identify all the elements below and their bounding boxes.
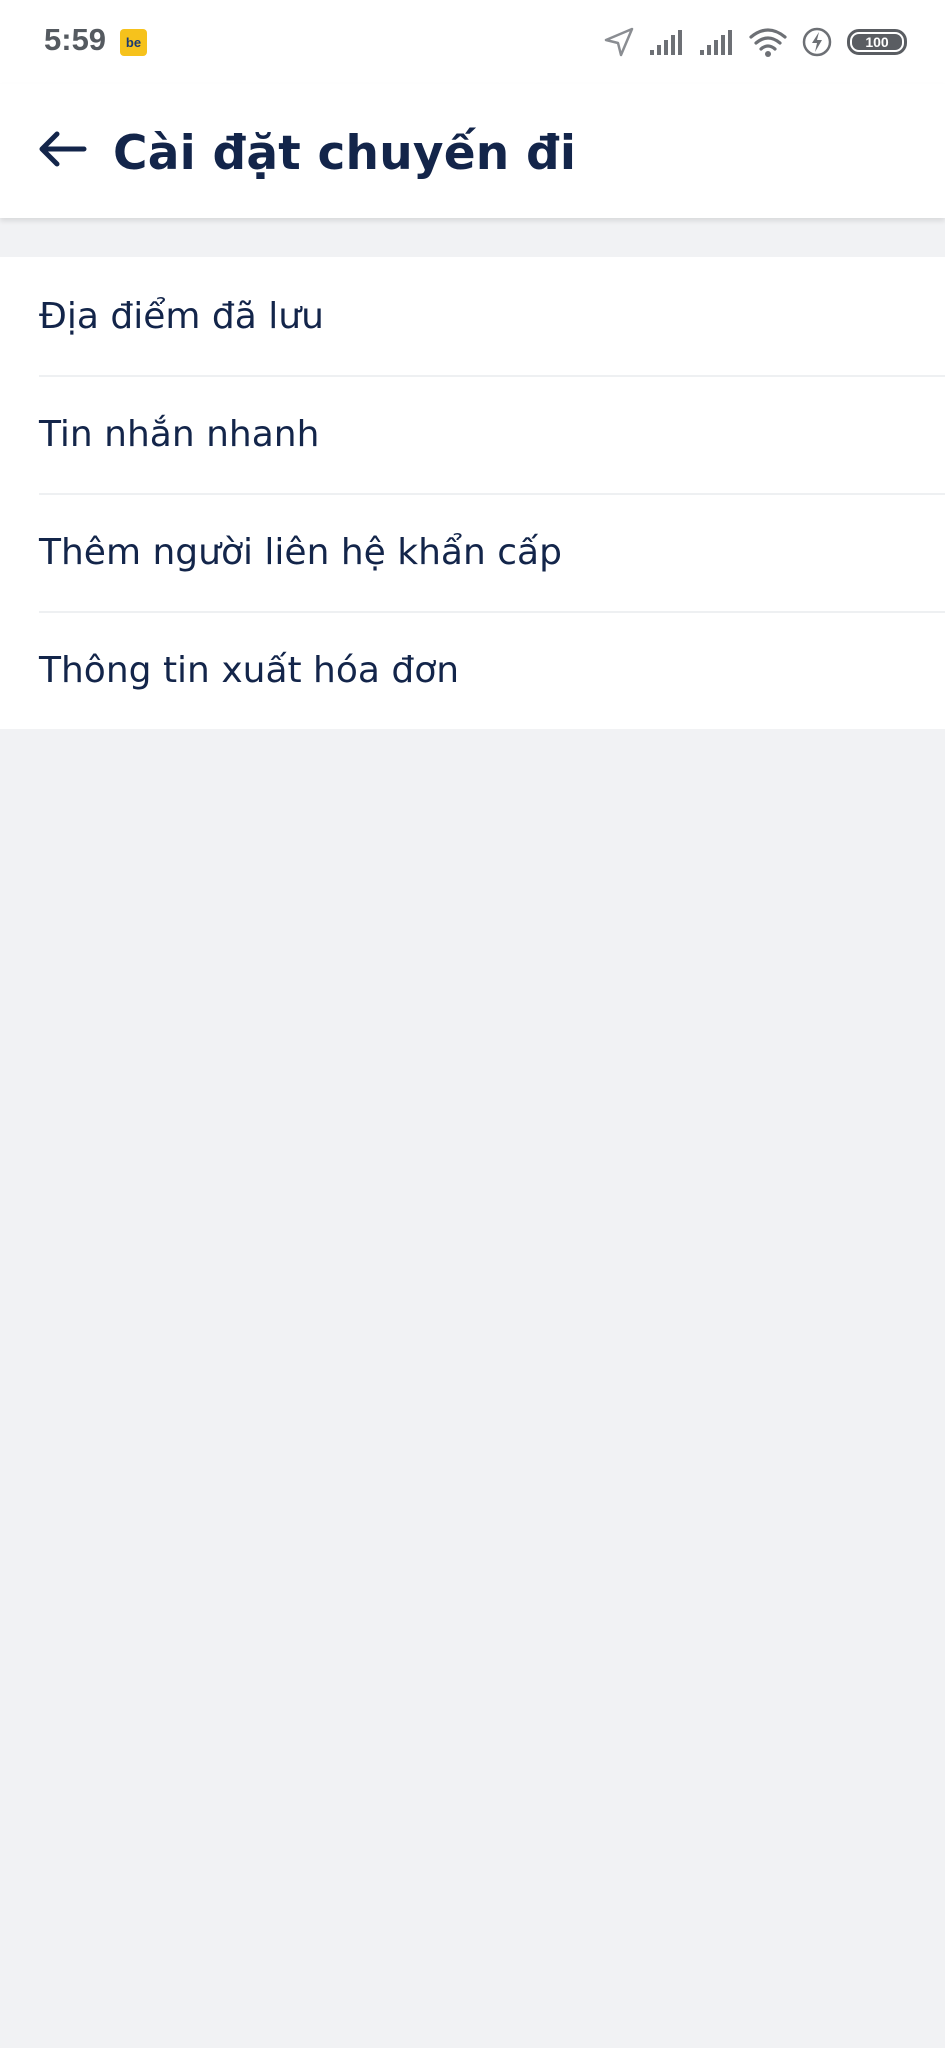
wifi-icon xyxy=(749,26,787,58)
settings-list: Địa điểm đã lưu Tin nhắn nhanh Thêm ngườ… xyxy=(0,257,945,729)
signal-bars-icon xyxy=(699,28,735,56)
status-time: 5:59 xyxy=(44,22,107,57)
battery-icon: 100 xyxy=(847,29,907,55)
arrow-left-icon xyxy=(37,129,87,174)
saved-places-item[interactable]: Địa điểm đã lưu xyxy=(0,257,945,375)
quick-messages-item[interactable]: Tin nhắn nhanh xyxy=(0,375,945,493)
page-title: Cài đặt chuyến đi xyxy=(113,126,577,181)
charging-icon xyxy=(801,26,833,58)
list-item-label: Thêm người liên hệ khẩn cấp xyxy=(39,531,562,573)
emergency-contact-item[interactable]: Thêm người liên hệ khẩn cấp xyxy=(0,493,945,611)
trip-settings-screen: 5:59 be 100 Cài đặt chuyến đi Địa điểm đ… xyxy=(0,0,945,2048)
back-button[interactable] xyxy=(30,119,94,183)
battery-level: 100 xyxy=(852,34,902,50)
app-notification-badge: be xyxy=(120,29,147,56)
app-bar: Cài đặt chuyến đi xyxy=(0,84,945,218)
location-arrow-icon xyxy=(603,26,635,58)
list-item-label: Tin nhắn nhanh xyxy=(39,413,320,455)
invoice-info-item[interactable]: Thông tin xuất hóa đơn xyxy=(0,611,945,729)
signal-bars-icon xyxy=(649,28,685,56)
status-bar: 5:59 be 100 xyxy=(0,0,945,84)
list-item-label: Địa điểm đã lưu xyxy=(39,295,324,337)
list-item-label: Thông tin xuất hóa đơn xyxy=(39,649,460,691)
status-icons: 100 xyxy=(603,22,907,62)
